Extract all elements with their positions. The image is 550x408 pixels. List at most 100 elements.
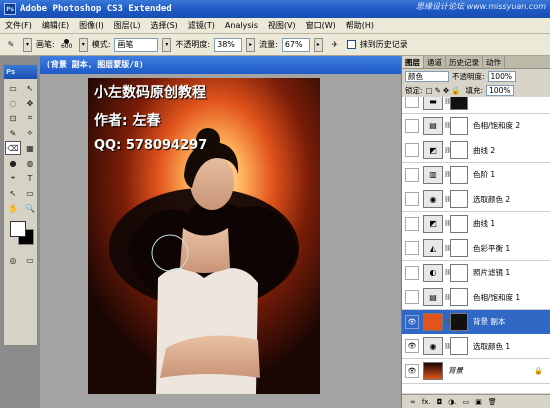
tool-icon[interactable]: T	[22, 171, 38, 185]
panel-footer-button[interactable]: fx.	[422, 398, 431, 406]
panel-tab[interactable]: 图层	[402, 56, 424, 68]
brush-picker-dropdown[interactable]: ▾	[78, 37, 88, 52]
tool-icon[interactable]: ↖	[5, 186, 21, 200]
menu-item[interactable]: 图像(I)	[74, 20, 109, 31]
mode-dropdown-arrow[interactable]: ▾	[162, 37, 172, 52]
layer-row[interactable]: 👁 ⛓ 背景 副本	[402, 309, 550, 335]
layer-mask-thumbnail	[450, 239, 468, 257]
tool-icon[interactable]: ⌗	[22, 111, 38, 125]
watermark-text: 思缘设计论坛 www.missyuan.com	[416, 2, 546, 11]
visibility-eye-icon[interactable]	[405, 143, 419, 157]
brush-label: 画笔:	[36, 40, 55, 49]
layer-name: 曲线 2	[473, 145, 496, 155]
document-title[interactable]: (背景 副本, 图层蒙版/8)	[40, 56, 402, 74]
lock-icons[interactable]: ▢✎✥🔒	[426, 86, 463, 95]
visibility-eye-icon[interactable]: 👁	[405, 339, 419, 353]
tool-icon[interactable]: ✥	[22, 96, 38, 110]
menu-item[interactable]: 滤镜(T)	[183, 20, 220, 31]
visibility-eye-icon[interactable]	[405, 167, 419, 182]
visibility-eye-icon[interactable]	[405, 118, 419, 133]
layer-row[interactable]: ▤ ⛓ 色相/饱和度 1	[402, 285, 550, 310]
layer-mask-thumbnail	[450, 214, 468, 233]
tool-icon[interactable]: ⟡	[22, 126, 38, 140]
title-bar[interactable]: Ps Adobe Photoshop CS3 Extended 思缘设计论坛 w…	[0, 0, 550, 18]
tool-icon[interactable]: ↖	[22, 81, 38, 95]
photoshop-window: Ps Adobe Photoshop CS3 Extended 思缘设计论坛 w…	[0, 0, 550, 408]
menu-item[interactable]: Analysis	[220, 21, 263, 30]
screen-mode-icon[interactable]: ▭	[22, 253, 38, 267]
visibility-eye-icon[interactable]	[405, 290, 419, 304]
visibility-eye-icon[interactable]	[405, 241, 419, 255]
blend-row: 颜色 不透明度: 100%	[402, 69, 550, 83]
brush-preview[interactable]: 600	[59, 38, 75, 52]
erase-to-history-checkbox[interactable]	[346, 40, 356, 49]
layer-row[interactable]: 👁 背景 🔒	[402, 358, 550, 384]
opacity-slider-arrow[interactable]: ▸	[246, 37, 256, 52]
fill-label: 填充:	[465, 85, 484, 95]
tool-icon[interactable]: ●	[5, 156, 21, 170]
menu-item[interactable]: 编辑(E)	[37, 20, 74, 31]
fill-field[interactable]: 100%	[486, 84, 515, 96]
layer-row[interactable]: ◉ ⛓ 选取颜色 2	[402, 187, 550, 212]
blend-mode-select[interactable]: 颜色	[405, 70, 449, 82]
image-canvas[interactable]: 小左数码原创教程 作者: 左春 QQ: 578094297	[88, 78, 320, 394]
mode-select[interactable]: 画笔	[114, 37, 159, 52]
panel-footer-button[interactable]: ▭	[463, 398, 470, 406]
tool-icon[interactable]: ⊡	[5, 111, 21, 125]
panel-tab[interactable]: 历史记录	[446, 56, 483, 68]
menu-item[interactable]: 帮助(H)	[341, 20, 379, 31]
tool-icon[interactable]: ▭	[5, 81, 21, 95]
visibility-eye-icon[interactable]: 👁	[405, 314, 419, 329]
opacity-field[interactable]: 38%	[214, 37, 243, 52]
visibility-eye-icon[interactable]	[405, 265, 419, 280]
layer-name: 色阶 1	[473, 170, 496, 179]
opacity-label: 不透明度:	[175, 40, 211, 49]
layer-opacity-field[interactable]: 100%	[487, 70, 516, 82]
tool-icon[interactable]: ⌫	[5, 141, 21, 155]
menu-item[interactable]: 视图(V)	[263, 20, 301, 31]
layer-row[interactable]: ◩ ⛓ 曲线 1	[402, 211, 550, 237]
panel-footer-button[interactable]: ◘	[437, 398, 443, 406]
layer-row[interactable]: ▥ ⛓ 色阶 1	[402, 162, 550, 188]
menu-item[interactable]: 窗口(W)	[301, 20, 341, 31]
tool-icon[interactable]: ✋	[5, 201, 21, 215]
airbrush-icon[interactable]: ✈	[327, 38, 343, 52]
quick-mask-icon[interactable]: ◎	[5, 253, 21, 267]
visibility-eye-icon[interactable]	[405, 97, 419, 108]
tool-preset-dropdown[interactable]: ▾	[23, 37, 32, 52]
layer-row[interactable]: ▬ ⛓	[402, 97, 550, 114]
tool-icon[interactable]: ✎	[5, 126, 21, 140]
tool-icon[interactable]: ◌	[5, 96, 21, 110]
layer-thumbnail: ◐	[423, 263, 443, 282]
flow-label: 流量:	[259, 40, 278, 49]
foreground-color-swatch[interactable]	[10, 221, 26, 237]
menu-item[interactable]: 文件(F)	[0, 20, 37, 31]
panel-footer-button[interactable]: 🗑	[488, 398, 497, 406]
layer-row[interactable]: ◐ ⛓ 照片滤镜 1	[402, 260, 550, 286]
visibility-eye-icon[interactable]	[405, 216, 419, 231]
tool-icon[interactable]: ▦	[22, 141, 38, 155]
tool-icon[interactable]: ⌖	[5, 171, 21, 185]
visibility-eye-icon[interactable]: 👁	[405, 363, 419, 378]
flow-field[interactable]: 67%	[281, 37, 310, 52]
layer-row[interactable]: ◩ ⛓ 曲线 2	[402, 138, 550, 163]
document-area: 小左数码原创教程 作者: 左春 QQ: 578094297	[40, 74, 402, 408]
flow-slider-arrow[interactable]: ▸	[313, 37, 323, 52]
panel-tab[interactable]: 通道	[424, 56, 446, 68]
tool-icon[interactable]: ◍	[22, 156, 38, 170]
visibility-eye-icon[interactable]	[405, 192, 419, 206]
brush-tool-preset-icon[interactable]: ✎	[3, 38, 19, 52]
layer-row[interactable]: ◭ ⛓ 色彩平衡 1	[402, 236, 550, 261]
panel-footer-button[interactable]: ◑.	[448, 398, 456, 406]
layer-row[interactable]: ▤ ⛓ 色相/饱和度 2	[402, 113, 550, 139]
layer-row[interactable]: 👁 ◉ ⛓ 选取颜色 1	[402, 334, 550, 359]
panel-footer-button[interactable]: ∞	[410, 398, 416, 406]
document-window: (背景 副本, 图层蒙版/8) 小左数码原创教程 作者: 左春 QQ: 5780…	[40, 56, 402, 408]
menu-item[interactable]: 选择(S)	[145, 20, 182, 31]
tool-icon[interactable]: ▭	[22, 186, 38, 200]
panel-footer-button[interactable]: ▣	[475, 398, 482, 406]
tool-icon[interactable]: 🔍	[22, 201, 38, 215]
toolbox: Ps ▭ ↖ ◌ ✥ ⊡ ⌗ ✎ ⟡ ⌫ ▦ ● ◍ ⌖ T ↖ ▭ ✋ 🔍 ◎ ▭	[3, 64, 38, 346]
menu-item[interactable]: 图层(L)	[109, 20, 146, 31]
panel-tab[interactable]: 动作	[483, 56, 505, 68]
